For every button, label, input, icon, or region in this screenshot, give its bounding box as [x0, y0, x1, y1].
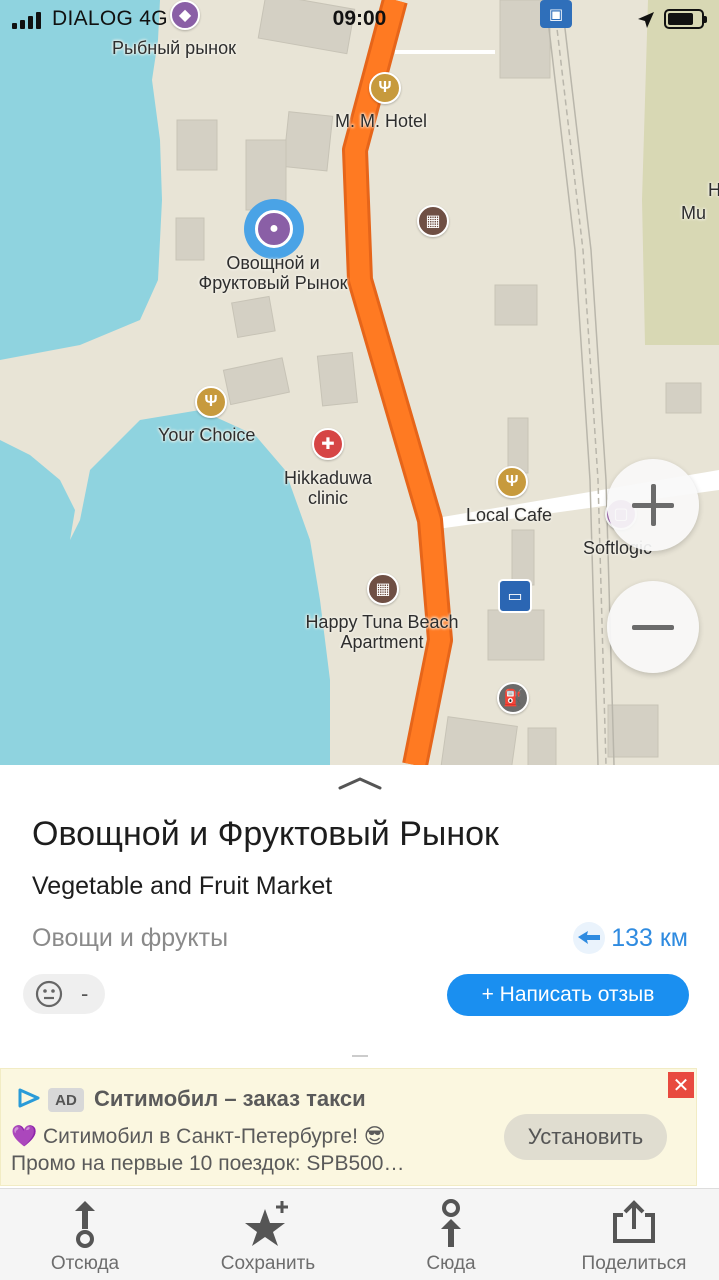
restaurant-icon[interactable]: Ψ — [195, 386, 227, 418]
ad-text-line1: 💜 Ситимобил в Санкт-Петербурге! 😎 — [11, 1125, 386, 1148]
ad-text-line2: Промо на первые 10 поездок: SPB500… — [11, 1152, 405, 1175]
route-from-label: Отсюда — [50, 1253, 120, 1274]
write-review-button[interactable]: + Написать отзыв — [447, 974, 689, 1016]
route-to-label: Сюда — [426, 1253, 476, 1274]
market-icon: ● — [255, 210, 293, 248]
map-label-your-choice: Your Choice — [158, 425, 256, 445]
map-label-veg-market: Овощной и Фруктовый Рынок — [188, 253, 358, 293]
neutral-face-icon — [35, 980, 63, 1008]
map-label-mm-hotel: M. M. Hotel — [335, 111, 428, 131]
hotel-icon[interactable]: ▦ — [417, 205, 449, 237]
zoom-out-button[interactable] — [607, 581, 699, 673]
share-button[interactable]: Поделиться — [549, 1189, 719, 1280]
route-to-button[interactable]: Сюда — [366, 1189, 536, 1280]
map-label-edge-partial: Mu — [681, 203, 707, 223]
map-label-clinic: Hikkaduwa clinic — [270, 468, 386, 508]
place-subtitle: Vegetable and Fruit Market — [32, 872, 333, 900]
route-to-icon — [441, 1199, 461, 1247]
map-view[interactable]: DIALOG 4G 09:00 ◆ Рыбный рынок ▣ Ψ M. M.… — [0, 0, 719, 765]
battery-icon — [664, 9, 707, 29]
status-bar: DIALOG 4G 09:00 — [0, 0, 719, 40]
medical-cross-icon[interactable]: ✚ — [312, 428, 344, 460]
restaurant-icon[interactable]: Ψ — [369, 72, 401, 104]
map-label-edge-partial: H — [708, 180, 719, 200]
place-title: Овощной и Фруктовый Рынок — [32, 815, 499, 853]
map-label-clinic-line1: Hikkaduwa — [283, 468, 373, 488]
play-triangle-icon — [18, 1088, 40, 1108]
share-label: Поделиться — [581, 1253, 687, 1274]
map-label-veg-market-line2: Фруктовый Рынок — [198, 273, 348, 293]
map-label-fish-market: Рыбный рынок — [112, 38, 236, 58]
save-button[interactable]: Сохранить — [183, 1189, 353, 1280]
map-label-happy-tuna: Happy Tuna Beach Apartment — [298, 612, 466, 652]
map-label-local-cafe: Local Cafe — [466, 505, 553, 525]
close-icon[interactable]: ✕ — [668, 1072, 694, 1098]
rating-value: - — [81, 981, 89, 1006]
save-label: Сохранить — [220, 1253, 316, 1274]
route-from-button[interactable]: Отсюда — [0, 1189, 170, 1280]
restaurant-icon[interactable]: Ψ — [496, 466, 528, 498]
ad-banner[interactable]: AD Ситимобил – заказ такси 💜 Ситимобил в… — [0, 1068, 697, 1186]
direction-arrow-icon — [573, 922, 606, 954]
star-plus-icon — [245, 1201, 288, 1246]
selected-place-marker[interactable]: ● — [244, 199, 304, 259]
map-label-happy-tuna-line2: Apartment — [340, 632, 424, 652]
map-label-veg-market-line1: Овощной и — [226, 253, 320, 273]
place-card[interactable]: Овощной и Фруктовый Рынок Vegetable and … — [0, 765, 719, 1065]
distance-badge[interactable]: 133 км — [573, 922, 688, 954]
ad-side-margin — [697, 1060, 719, 1190]
status-time: 09:00 — [332, 7, 387, 30]
hotel-icon[interactable]: ▦ — [367, 573, 399, 605]
distance-value: 133 км — [611, 923, 688, 952]
location-arrow-icon — [638, 12, 654, 28]
divider — [352, 1055, 368, 1057]
ad-install-button[interactable]: Установить — [504, 1114, 667, 1160]
place-category: Овощи и фрукты — [32, 924, 229, 952]
share-icon — [613, 1200, 655, 1243]
rating-chip[interactable]: - — [23, 974, 105, 1014]
bottom-toolbar: Отсюда Сохранить Сюда Поделиться — [0, 1188, 719, 1280]
zoom-in-button[interactable] — [607, 459, 699, 551]
bus-stop-icon[interactable]: ▭ — [498, 579, 532, 613]
map-label-clinic-line2: clinic — [307, 488, 348, 508]
ad-badge: AD — [48, 1088, 84, 1112]
map-label-happy-tuna-line1: Happy Tuna Beach — [305, 612, 459, 632]
fuel-station-icon[interactable]: ⛽ — [497, 682, 529, 714]
chevron-up-icon[interactable] — [337, 775, 383, 791]
ad-title[interactable]: Ситимобил – заказ такси — [94, 1086, 366, 1112]
route-from-icon — [75, 1201, 95, 1248]
